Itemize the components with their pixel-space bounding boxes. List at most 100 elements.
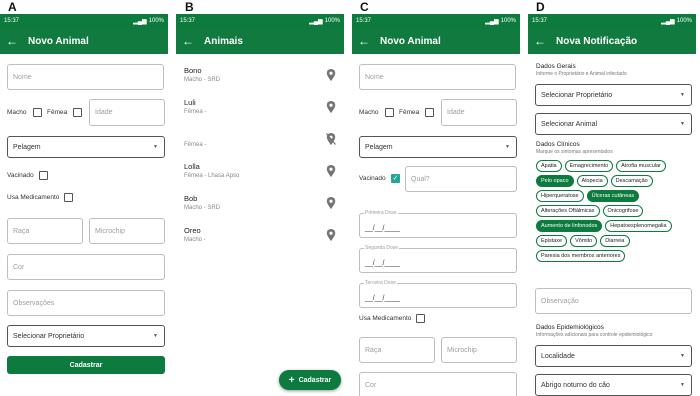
animal-select[interactable]: Selecionar Animal ▼ — [535, 113, 692, 135]
screen-novo-animal-a: 15:37 ▂▄▆ 100% ← Novo Animal Nome Macho F… — [0, 14, 168, 396]
usa-medicamento-checkbox[interactable] — [64, 193, 73, 202]
usa-medicamento-label: Usa Medicamento — [359, 315, 412, 322]
status-bar: 15:37 ▂▄▆ 100% — [352, 14, 520, 28]
nome-input[interactable]: Nome — [7, 64, 164, 90]
femea-checkbox[interactable] — [425, 108, 434, 117]
symptom-chip[interactable]: Alopecia — [576, 175, 608, 187]
macho-checkbox[interactable] — [385, 108, 394, 117]
symptom-chip[interactable]: Vômito — [570, 235, 598, 247]
list-item[interactable]: Luli Fêmea - — [184, 98, 336, 122]
symptom-chip[interactable]: Pelo opaco — [536, 175, 574, 187]
battery-level: 100% — [148, 18, 164, 24]
dropdown-caret-icon: ▼ — [680, 382, 685, 388]
symptom-chip-group: Apatia Emagrecimento Atrofia muscular Pelo … — [536, 160, 690, 262]
location-pin-icon[interactable] — [326, 196, 336, 209]
pelagem-value: Pelagem — [13, 143, 41, 151]
raca-input[interactable]: Raça — [359, 337, 435, 363]
animal-details: Macho - SRD — [184, 205, 221, 211]
animal-name: Luli — [184, 98, 196, 107]
symptom-chip[interactable]: Alterações Oftálmicas — [536, 205, 600, 217]
macho-label: Macho — [359, 109, 379, 116]
signal-icon: ▂▄▆ — [309, 18, 323, 25]
terceira-dose-value: __/__/____ — [365, 295, 401, 302]
plus-icon: + — [288, 374, 295, 386]
app-bar: ← Nova Notificação — [528, 28, 696, 54]
list-item[interactable]: Bono Macho - SRD — [184, 66, 336, 90]
segunda-dose-input[interactable]: Segunda Dose __/__/____ — [359, 245, 517, 273]
app-bar: ← Novo Animal — [352, 28, 520, 54]
usa-medicamento-label: Usa Medicamento — [7, 194, 60, 201]
location-pin-icon[interactable] — [326, 68, 336, 81]
back-arrow-icon[interactable]: ← — [182, 34, 202, 48]
primeira-dose-input[interactable]: Primeira Dose __/__/____ — [359, 210, 517, 238]
idade-input[interactable]: Idade — [441, 99, 517, 126]
symptom-chip[interactable]: Úlceras cutâneas — [586, 190, 640, 202]
cadastrar-fab[interactable]: + Cadastrar — [279, 370, 341, 390]
symptom-chip[interactable]: Aumento de linfonodos — [536, 220, 603, 232]
dropdown-caret-icon: ▼ — [153, 333, 158, 339]
dropdown-caret-icon: ▼ — [680, 121, 685, 127]
vacinado-checkbox-checked[interactable]: ✓ — [391, 174, 400, 183]
localidade-select[interactable]: Localidade ▼ — [535, 345, 692, 367]
back-arrow-icon[interactable]: ← — [6, 34, 26, 48]
battery-level: 100% — [500, 18, 516, 24]
location-pin-icon[interactable] — [326, 228, 336, 241]
symptom-chip[interactable]: Diarreia — [600, 235, 630, 247]
symptom-chip[interactable]: Atrofia muscular — [616, 160, 666, 172]
cadastrar-button[interactable]: Cadastrar — [7, 356, 165, 374]
symptom-chip[interactable]: Onicogrifose — [602, 205, 644, 217]
vacinado-checkbox[interactable] — [39, 171, 48, 180]
location-pin-icon[interactable] — [326, 164, 336, 177]
cor-input[interactable]: Cor — [7, 254, 165, 280]
list-item[interactable]: Bob Macho - SRD — [184, 194, 336, 218]
proprietario-select[interactable]: Selecionar Proprietário ▼ — [7, 325, 165, 347]
proprietario-select[interactable]: Selecionar Proprietário ▼ — [535, 84, 692, 106]
symptom-chip[interactable]: Emagrecimento — [564, 160, 614, 172]
symptom-chip[interactable]: Hepatoesplenomegalia — [605, 220, 672, 232]
screen-animais: 15:37 ▂▄▆ 100% ← Animais Bono Macho - SRD L… — [176, 14, 344, 396]
dados-epidemiologicos-subtitle: Informações adicionais para controle epi… — [536, 332, 653, 338]
pelagem-select[interactable]: Pelagem ▼ — [7, 136, 165, 158]
macho-checkbox[interactable] — [33, 108, 42, 117]
symptom-chip[interactable]: Descamação — [610, 175, 653, 187]
location-pin-icon[interactable] — [326, 100, 336, 113]
page-title: Animais — [204, 35, 243, 47]
macho-label: Macho — [7, 109, 27, 116]
symptom-chip[interactable]: Hiperqueratose — [536, 190, 584, 202]
animal-details: Fêmea - — [184, 109, 207, 115]
microchip-input[interactable]: Microchip — [89, 218, 165, 244]
usa-medicamento-checkbox[interactable] — [416, 314, 425, 323]
symptom-chip[interactable]: Epistaxe — [536, 235, 568, 247]
abrigo-value: Abrigo noturno do cão — [541, 381, 610, 389]
animal-name: Bono — [184, 66, 202, 75]
qual-input[interactable]: Qual? — [405, 166, 517, 192]
observacao-input[interactable]: Observação — [535, 288, 692, 314]
primeira-dose-value: __/__/____ — [365, 225, 401, 232]
raca-input[interactable]: Raça — [7, 218, 83, 244]
back-arrow-icon[interactable]: ← — [358, 34, 378, 48]
screen-novo-animal-c: 15:37 ▂▄▆ 100% ← Novo Animal Nome Macho F… — [352, 14, 520, 396]
location-off-icon[interactable] — [326, 132, 336, 145]
fab-label: Cadastrar — [298, 376, 332, 384]
idade-input[interactable]: Idade — [89, 99, 165, 126]
dados-gerais-heading: Dados Gerais — [536, 63, 576, 70]
page-title: Novo Animal — [28, 35, 89, 47]
symptom-chip[interactable]: Apatia — [536, 160, 562, 172]
femea-checkbox[interactable] — [73, 108, 82, 117]
symptom-chip[interactable]: Paresia dos membros anteriores — [536, 250, 626, 262]
segunda-dose-value: __/__/____ — [365, 260, 401, 267]
dropdown-caret-icon: ▼ — [505, 144, 510, 150]
list-item[interactable]: Oreo Macho - — [184, 226, 336, 250]
pelagem-select[interactable]: Pelagem ▼ — [359, 136, 517, 158]
list-item[interactable]: Fêmea - — [184, 130, 336, 154]
nome-input[interactable]: Nome — [359, 64, 516, 90]
terceira-dose-input[interactable]: Terceira Dose __/__/____ — [359, 280, 517, 308]
abrigo-select[interactable]: Abrigo noturno do cão ▼ — [535, 374, 692, 396]
list-item[interactable]: Lolla Fêmea - Lhasa Apso — [184, 162, 336, 186]
observacoes-input[interactable]: Observações — [7, 290, 165, 316]
microchip-input[interactable]: Microchip — [441, 337, 517, 363]
signal-icon: ▂▄▆ — [485, 18, 499, 25]
proprietario-value: Selecionar Proprietário — [13, 332, 85, 340]
back-arrow-icon[interactable]: ← — [534, 34, 554, 48]
cor-input[interactable]: Cor — [359, 372, 517, 396]
